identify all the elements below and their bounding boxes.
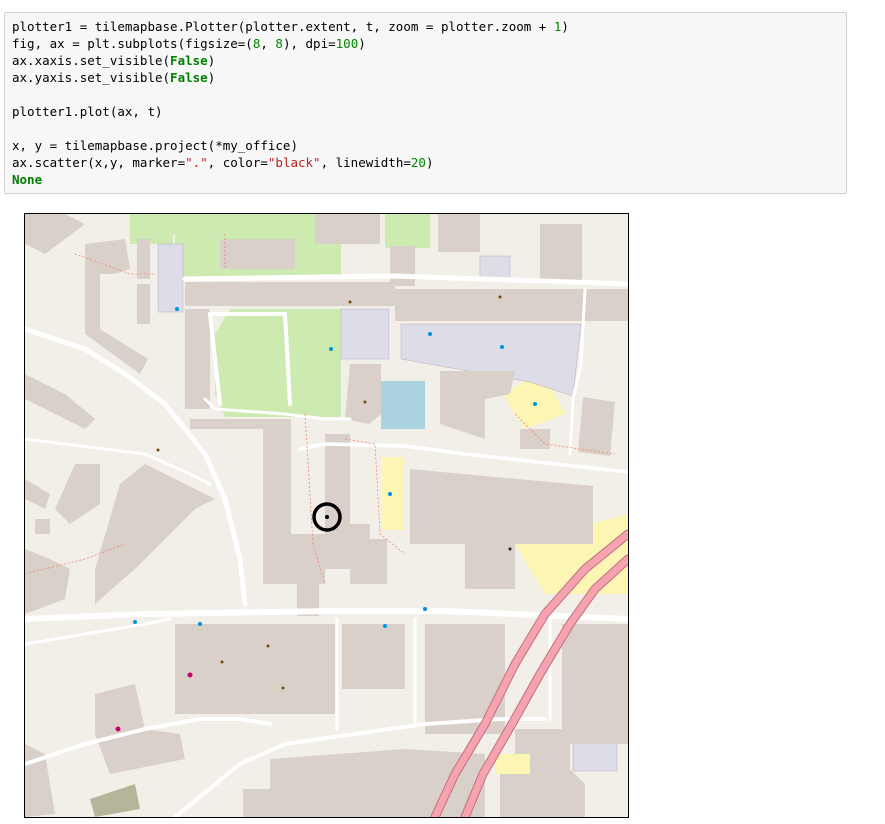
- poi-marker: [115, 726, 121, 732]
- poi-marker: [187, 672, 193, 678]
- code-line: x, y = tilemapbase.project(*my_office): [12, 137, 839, 154]
- code-token: ax.scatter(x,y, marker=: [12, 155, 186, 170]
- code-cell[interactable]: plotter1 = tilemapbase.Plotter(plotter.e…: [4, 12, 847, 194]
- code-token: plotter1 = tilemapbase.Plotter(plotter.e…: [12, 19, 554, 34]
- code-token: fig, ax = plt.subplots(figsize=(: [12, 36, 253, 51]
- code-token: False: [170, 70, 208, 85]
- poi-marker: [388, 492, 392, 496]
- code-line: ax.yaxis.set_visible(False): [12, 69, 839, 86]
- poi-marker: [156, 448, 160, 452]
- code-token: ): [561, 19, 569, 34]
- chancellors-court-park: [215, 309, 341, 417]
- poi-marker: [133, 620, 137, 624]
- parking-small: [479, 255, 511, 279]
- poi-marker: [508, 547, 512, 551]
- code-token: ,: [260, 36, 276, 51]
- code-editor[interactable]: plotter1 = tilemapbase.Plotter(plotter.e…: [5, 13, 846, 193]
- code-token: ), dpi=: [282, 36, 336, 51]
- code-token: x, y = tilemapbase.project(*my_office): [12, 138, 298, 153]
- code-token: "black": [267, 155, 321, 170]
- poi-marker: [220, 660, 224, 664]
- code-token: , linewidth=: [320, 155, 411, 170]
- code-token: ): [358, 36, 366, 51]
- poi-marker: [363, 400, 367, 404]
- poi-marker: [266, 644, 270, 648]
- park-top-right: [385, 214, 430, 248]
- code-token: ): [207, 53, 216, 68]
- code-token: 20: [410, 155, 426, 170]
- poi-marker: [175, 307, 179, 311]
- poi-marker: [533, 402, 537, 406]
- poi-marker: [348, 300, 352, 304]
- poi-marker: [383, 624, 387, 628]
- map-output-figure: [24, 213, 629, 818]
- code-line: None: [12, 171, 839, 188]
- parking-left: [157, 243, 184, 313]
- poi-marker: [428, 332, 432, 336]
- poi-marker: [281, 686, 285, 690]
- poi-marker: [423, 607, 427, 611]
- code-line: ax.xaxis.set_visible(False): [12, 52, 839, 69]
- code-token: , color=: [207, 155, 268, 170]
- code-token: plotter1.plot(ax, t): [12, 104, 163, 119]
- code-token: 100: [335, 36, 359, 51]
- poi-marker: [498, 295, 502, 299]
- poi-marker: [500, 345, 504, 349]
- code-line: plotter1 = tilemapbase.Plotter(plotter.e…: [12, 18, 839, 35]
- map-tiles: [25, 214, 628, 817]
- code-line: fig, ax = plt.subplots(figsize=(8, 8), d…: [12, 35, 839, 52]
- code-token: 8: [275, 36, 283, 51]
- code-token: ): [425, 155, 434, 170]
- office-marker-dot: [325, 515, 329, 519]
- code-token: ".": [185, 155, 208, 170]
- poi-marker: [329, 347, 333, 351]
- code-token: False: [170, 53, 208, 68]
- code-token: ): [207, 70, 216, 85]
- code-line: ax.scatter(x,y, marker=".", color="black…: [12, 154, 839, 171]
- pedestrian-area-1: [381, 457, 403, 530]
- water-pond: [381, 381, 425, 429]
- code-token: ax.xaxis.set_visible(: [12, 53, 171, 68]
- code-token: None: [12, 172, 43, 187]
- poi-marker: [198, 622, 202, 626]
- code-line: plotter1.plot(ax, t): [12, 103, 839, 120]
- parking-center: [340, 308, 390, 360]
- small-pedestrian-patch: [495, 754, 530, 774]
- code-token: ax.yaxis.set_visible(: [12, 70, 171, 85]
